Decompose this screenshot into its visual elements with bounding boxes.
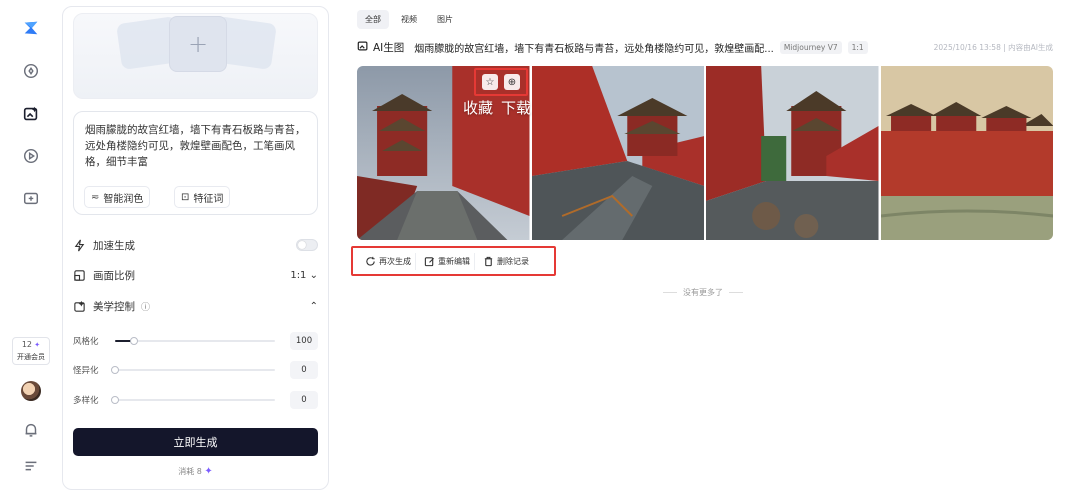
refresh-icon (366, 256, 375, 266)
model-tag: Midjourney V7 (779, 40, 842, 54)
delete-label: 删除记录 (497, 256, 529, 266)
lightning-icon (73, 238, 87, 252)
generated-image-2[interactable] (531, 66, 704, 240)
ratio-select[interactable]: 1:1 ⌄ (290, 270, 318, 281)
slider-value[interactable]: 100 (290, 332, 318, 350)
reedit-label: 重新编辑 (438, 256, 470, 266)
upload-plus-icon[interactable]: + (169, 16, 227, 72)
left-rail: 12 ✦ 开通会员 (0, 0, 62, 495)
enhance-icon: ≂ (91, 191, 100, 203)
reedit-button[interactable]: 重新编辑 (420, 252, 475, 270)
slider-value[interactable]: 0 (290, 361, 318, 379)
trash-icon (484, 256, 493, 266)
download-label: 下载 (501, 99, 532, 117)
delete-button[interactable]: 删除记录 (479, 253, 533, 270)
image-gen-icon (357, 40, 369, 55)
image-gen-icon[interactable] (21, 104, 41, 124)
aesthetic-icon (73, 299, 87, 313)
slider-knob[interactable] (111, 366, 119, 374)
generate-button[interactable]: 立即生成 (73, 428, 318, 456)
record-prompt: 烟雨朦胧的故宫红墙，墙下有青石板路与青苔，远处角楼隐约可见，敦煌壁画配... (414, 43, 774, 55)
help-icon[interactable]: ⓘ (141, 300, 150, 313)
hover-labels: 收藏 下载 (463, 97, 531, 118)
slider-track[interactable] (111, 366, 275, 374)
ratio-tag: 1:1 (847, 40, 868, 54)
slider-track[interactable] (115, 337, 275, 345)
generated-image-3[interactable] (706, 66, 879, 240)
record-meta: 2025/10/16 13:58 | 内容由AI生成 (933, 42, 1053, 52)
tab-video[interactable]: 视频 (393, 10, 425, 29)
avatar[interactable] (21, 381, 41, 401)
slider-label: 风格化 (73, 337, 99, 347)
enhance-label: 智能润色 (103, 193, 144, 205)
vip-count: 12 (21, 340, 33, 349)
accelerate-toggle[interactable] (296, 239, 318, 251)
tab-all[interactable]: 全部 (357, 10, 389, 29)
ratio-row[interactable]: 画面比例 1:1 ⌄ (73, 265, 318, 285)
bell-icon[interactable] (21, 420, 41, 440)
app-logo-icon[interactable] (21, 18, 41, 38)
slider-label: 怪异化 (73, 366, 99, 376)
aesthetic-row[interactable]: 美学控制 ⓘ ⌃ (73, 296, 318, 316)
assets-icon[interactable] (21, 188, 41, 208)
keywords-button[interactable]: ⊡ 特征词 (174, 186, 231, 208)
generation-panel: + 烟雨朦胧的故宫红墙，墙下有青石板路与青苔，远处角楼隐约可见，敦煌壁画配色，工… (62, 6, 329, 490)
regenerate-label: 再次生成 (379, 256, 411, 266)
slider-track[interactable] (111, 396, 275, 404)
cost-info: 消耗 8 ✦ (73, 466, 318, 477)
divider (729, 292, 743, 293)
prompt-text[interactable]: 烟雨朦胧的故宫红墙，墙下有青石板路与青苔，远处角楼隐约可见，敦煌壁画配色，工笔画… (85, 122, 306, 170)
vip-label: 开通会员 (17, 353, 45, 361)
star-icon[interactable]: ☆ (482, 74, 498, 90)
ratio-value: 1:1 (290, 269, 307, 281)
slider-knob[interactable] (130, 337, 139, 345)
prompt-box[interactable]: 烟雨朦胧的故宫红墙，墙下有青石板路与青苔，远处角楼隐约可见，敦煌壁画配色，工笔画… (73, 111, 318, 215)
no-more-label: 没有更多了 (683, 288, 723, 297)
slider-knob[interactable] (111, 396, 119, 404)
image-gallery (357, 66, 1053, 240)
accelerate-label: 加速生成 (93, 239, 135, 252)
record-header: AI生图 烟雨朦胧的故宫红墙，墙下有青石板路与青苔，远处角楼隐约可见，敦煌壁画配… (357, 39, 1053, 55)
explore-icon[interactable] (21, 61, 41, 81)
download-icon[interactable]: ⊕ (504, 74, 520, 90)
keywords-label: 特征词 (193, 193, 224, 205)
ratio-icon (73, 268, 87, 282)
record-actions: 再次生成 重新编辑 删除记录 (351, 246, 556, 276)
regenerate-button[interactable]: 再次生成 (361, 252, 416, 270)
image-upload-area[interactable]: + (73, 13, 318, 99)
cost-label: 消耗 8 (178, 467, 202, 476)
ai-label: AI生图 (373, 41, 405, 54)
filter-tabs: 全部 视频 图片 (357, 10, 461, 29)
menu-icon[interactable] (21, 456, 41, 476)
slider-stylize: 风格化 100 (73, 332, 318, 350)
divider (663, 292, 677, 293)
accelerate-row: 加速生成 (73, 235, 318, 255)
chevron-down-icon: ⌄ (309, 269, 318, 281)
aesthetic-label: 美学控制 (93, 300, 135, 313)
generated-image-4[interactable] (880, 66, 1053, 240)
ratio-label: 画面比例 (93, 269, 135, 282)
vip-badge[interactable]: 12 ✦ 开通会员 (12, 337, 50, 365)
slider-weird: 怪异化 0 (73, 361, 318, 379)
no-more-indicator: 没有更多了 (658, 287, 748, 298)
slider-value[interactable]: 0 (290, 391, 318, 409)
collect-label: 收藏 (463, 99, 494, 117)
slider-label: 多样化 (73, 396, 99, 406)
spark-icon: ✦ (34, 341, 41, 349)
slider-variety: 多样化 0 (73, 391, 318, 409)
spark-icon: ✦ (204, 466, 213, 477)
video-gen-icon[interactable] (21, 146, 41, 166)
tab-image[interactable]: 图片 (429, 10, 461, 29)
enhance-button[interactable]: ≂ 智能润色 (84, 186, 151, 208)
image-hover-actions: ☆ ⊕ (474, 68, 528, 96)
chevron-up-icon[interactable]: ⌃ (310, 301, 318, 312)
keywords-icon: ⊡ (181, 191, 190, 203)
edit-icon (424, 256, 435, 266)
